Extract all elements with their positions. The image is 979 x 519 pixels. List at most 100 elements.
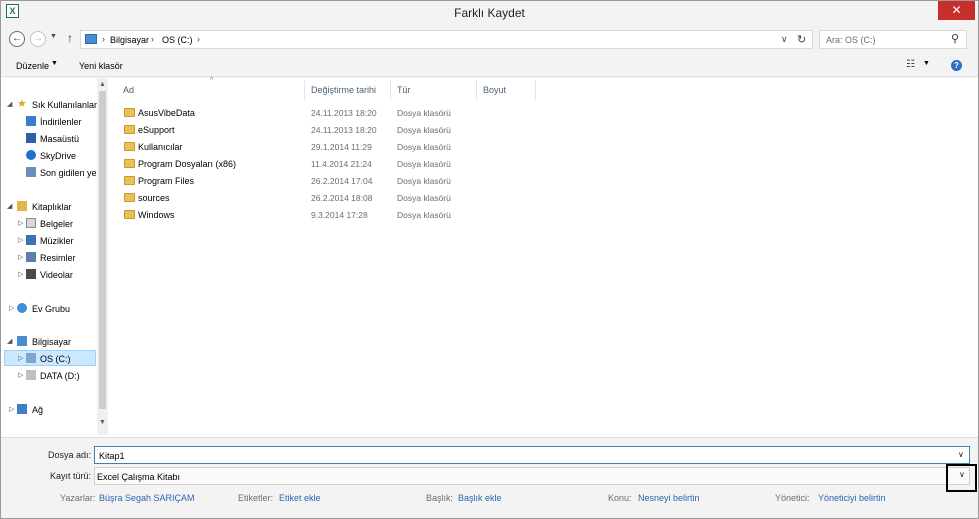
forward-arrow-icon[interactable]: → <box>30 31 46 47</box>
chevron-down-icon[interactable]: ∨ <box>959 470 965 479</box>
filename-label: Dosya adı: <box>47 450 91 460</box>
file-type: Dosya klasörü <box>397 142 451 152</box>
nav-scrollbar[interactable]: ▲ ▼ <box>97 78 108 435</box>
filetype-value[interactable]: Excel Çalışma Kitabı <box>97 472 180 482</box>
nav-recent-places[interactable]: Son gidilen yer <box>40 168 100 178</box>
collapse-icon[interactable]: ◢ <box>7 337 12 345</box>
expand-icon[interactable]: ▷ <box>18 253 23 261</box>
table-row[interactable]: Program Dosyaları (x86) 11.4.2014 21:24 … <box>109 156 529 173</box>
nav-skydrive[interactable]: SkyDrive <box>40 151 76 161</box>
recent-locations-chevron-icon[interactable]: ▼ <box>50 33 57 40</box>
expand-icon[interactable]: ▷ <box>18 236 23 244</box>
table-row[interactable]: Program Files 26.2.2014 17:04 Dosya klas… <box>109 173 529 190</box>
help-icon[interactable]: ? <box>951 60 962 71</box>
subject-label: Konu: <box>608 493 632 503</box>
search-icon[interactable]: ⚲ <box>951 32 959 45</box>
column-header-name[interactable]: Ad <box>123 85 134 95</box>
nav-libraries[interactable]: Kitaplıklar <box>32 202 72 212</box>
table-row[interactable]: sources 26.2.2014 18:08 Dosya klasörü <box>109 190 529 207</box>
nav-computer[interactable]: Bilgisayar <box>32 337 71 347</box>
filetype-label: Kayıt türü: <box>49 471 91 481</box>
scroll-down-icon[interactable]: ▼ <box>99 419 106 426</box>
column-header-size[interactable]: Boyut <box>483 85 506 95</box>
organize-button[interactable]: Düzenle <box>16 61 49 71</box>
column-divider[interactable] <box>535 80 536 100</box>
nav-music[interactable]: Müzikler <box>40 236 74 246</box>
collapse-icon[interactable]: ◢ <box>7 100 12 108</box>
column-header-type[interactable]: Tür <box>397 85 411 95</box>
manager-value[interactable]: Yöneticiyi belirtin <box>818 493 886 503</box>
scrollbar-thumb[interactable] <box>99 91 106 409</box>
computer-icon <box>85 34 97 44</box>
file-name: eSupport <box>138 125 175 135</box>
folder-icon <box>124 125 135 134</box>
chevron-down-icon[interactable]: ▼ <box>923 60 930 67</box>
homegroup-icon <box>17 303 27 313</box>
nav-drive-d[interactable]: DATA (D:) <box>40 371 80 381</box>
music-icon <box>26 235 36 245</box>
documents-icon <box>26 218 36 228</box>
chevron-down-icon[interactable]: ▼ <box>51 60 58 67</box>
expand-icon[interactable]: ▷ <box>18 354 23 362</box>
address-bar[interactable]: › Bilgisayar › OS (C:) › ∨ ↻ <box>80 30 813 49</box>
breadcrumb-chevron-icon[interactable]: › <box>151 34 154 44</box>
collapse-icon[interactable]: ◢ <box>7 202 12 210</box>
filetype-select[interactable]: Excel Çalışma Kitabı <box>94 467 970 485</box>
title-value[interactable]: Başlık ekle <box>458 493 502 503</box>
breadcrumb-computer[interactable]: Bilgisayar <box>110 35 149 45</box>
nav-documents[interactable]: Belgeler <box>40 219 73 229</box>
tags-value[interactable]: Etiket ekle <box>279 493 321 503</box>
chevron-down-icon[interactable]: ∨ <box>958 450 964 459</box>
recent-places-icon <box>26 167 36 177</box>
authors-label: Yazarlar: <box>60 493 96 503</box>
sort-ascending-icon: ^ <box>210 77 214 84</box>
filename-input[interactable]: Kitap1 <box>99 451 125 461</box>
nav-pictures[interactable]: Resimler <box>40 253 76 263</box>
folder-icon <box>124 193 135 202</box>
title-label: Başlık: <box>426 493 454 503</box>
expand-icon[interactable]: ▷ <box>18 371 23 379</box>
expand-icon[interactable]: ▷ <box>9 304 14 312</box>
nav-downloads[interactable]: İndirilenler <box>40 117 82 127</box>
search-box[interactable]: Ara: OS (C:) ⚲ <box>819 30 967 49</box>
breadcrumb-chevron-icon[interactable]: › <box>102 34 105 44</box>
nav-favorites[interactable]: Sık Kullanılanlar <box>32 100 97 110</box>
nav-network[interactable]: Ağ <box>32 405 43 415</box>
nav-homegroup[interactable]: Ev Grubu <box>32 304 70 314</box>
filename-field[interactable]: Kitap1 ∨ <box>94 446 970 464</box>
folder-icon <box>124 159 135 168</box>
back-arrow-icon[interactable]: ← <box>9 31 25 47</box>
table-row[interactable]: Windows 9.3.2014 17:28 Dosya klasörü <box>109 207 529 224</box>
search-input[interactable]: Ara: OS (C:) <box>826 35 876 45</box>
folder-icon <box>124 210 135 219</box>
view-options-icon[interactable]: ☷ <box>906 59 915 70</box>
address-history-chevron-icon[interactable]: ∨ <box>781 34 788 45</box>
computer-icon <box>17 336 27 346</box>
refresh-icon[interactable]: ↻ <box>797 33 806 46</box>
close-button[interactable]: ✕ <box>938 1 975 20</box>
breadcrumb-drive-c[interactable]: OS (C:) <box>162 35 193 45</box>
breadcrumb-chevron-icon[interactable]: › <box>197 34 200 44</box>
expand-icon[interactable]: ▷ <box>18 270 23 278</box>
file-date: 9.3.2014 17:28 <box>311 210 368 220</box>
column-divider[interactable] <box>476 80 477 100</box>
file-name: AsusVibeData <box>138 108 195 118</box>
column-header-date[interactable]: Değiştirme tarihi <box>311 85 376 95</box>
scroll-up-icon[interactable]: ▲ <box>99 81 106 88</box>
column-divider[interactable] <box>304 80 305 100</box>
star-icon: ★ <box>17 98 27 110</box>
column-divider[interactable] <box>390 80 391 100</box>
table-row[interactable]: eSupport 24.11.2013 18:20 Dosya klasörü <box>109 122 529 139</box>
table-row[interactable]: AsusVibeData 24.11.2013 18:20 Dosya klas… <box>109 105 529 122</box>
up-arrow-icon[interactable]: ↑ <box>67 31 73 45</box>
nav-videos[interactable]: Videolar <box>40 270 73 280</box>
nav-desktop[interactable]: Masaüstü <box>40 134 79 144</box>
network-icon <box>17 404 27 414</box>
expand-icon[interactable]: ▷ <box>18 219 23 227</box>
subject-value[interactable]: Nesneyi belirtin <box>638 493 700 503</box>
new-folder-button[interactable]: Yeni klasör <box>79 61 123 71</box>
table-row[interactable]: Kullanıcılar 29.1.2014 11:29 Dosya klasö… <box>109 139 529 156</box>
expand-icon[interactable]: ▷ <box>9 405 14 413</box>
nav-drive-c[interactable]: OS (C:) <box>40 354 71 364</box>
authors-value[interactable]: Büşra Segah SARIÇAM <box>99 493 195 503</box>
